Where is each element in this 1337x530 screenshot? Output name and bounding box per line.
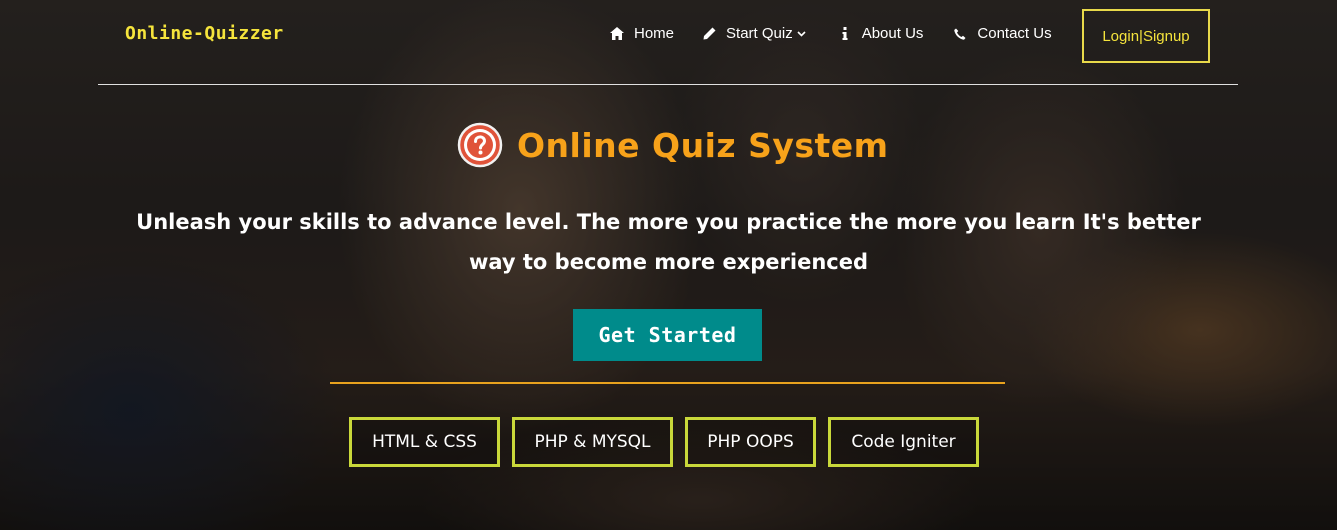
chevron-down-icon — [797, 30, 806, 37]
main-nav: Home Start Quiz About Us Contact Us — [610, 25, 1052, 42]
hero-title: Online Quiz System — [517, 125, 889, 165]
info-icon — [838, 27, 852, 41]
home-icon — [610, 27, 624, 41]
nav-divider — [98, 84, 1238, 85]
page: Online-Quizzer Home Start Quiz About Us — [0, 0, 1337, 530]
hero-divider — [330, 382, 1005, 384]
topic-tags: HTML & CSS PHP & MYSQL PHP OOPS Code Ign… — [349, 417, 979, 467]
pencil-icon — [702, 27, 716, 41]
question-circle-icon — [457, 122, 503, 168]
topic-tag-html-css[interactable]: HTML & CSS — [349, 417, 500, 467]
topic-tag-php-mysql[interactable]: PHP & MYSQL — [512, 417, 673, 467]
nav-item-label: Start Quiz — [726, 25, 793, 42]
nav-item-contact-us[interactable]: Contact Us — [953, 25, 1052, 42]
brand-logo[interactable]: Online-Quizzer — [125, 23, 284, 44]
hero-heading: Online Quiz System — [457, 122, 889, 168]
phone-icon — [953, 27, 967, 41]
topic-tag-code-igniter[interactable]: Code Igniter — [828, 417, 979, 467]
topic-tag-php-oops[interactable]: PHP OOPS — [685, 417, 816, 467]
login-signup-button[interactable]: Login|Signup — [1082, 9, 1210, 63]
nav-item-start-quiz[interactable]: Start Quiz — [702, 25, 806, 42]
nav-item-home[interactable]: Home — [610, 25, 674, 42]
nav-item-label: Contact Us — [977, 25, 1052, 42]
nav-item-about-us[interactable]: About Us — [838, 25, 924, 42]
get-started-button[interactable]: Get Started — [573, 309, 762, 361]
nav-item-label: About Us — [861, 25, 924, 42]
nav-item-label: Home — [634, 25, 675, 42]
hero-tagline: Unleash your skills to advance level. Th… — [136, 210, 1201, 274]
